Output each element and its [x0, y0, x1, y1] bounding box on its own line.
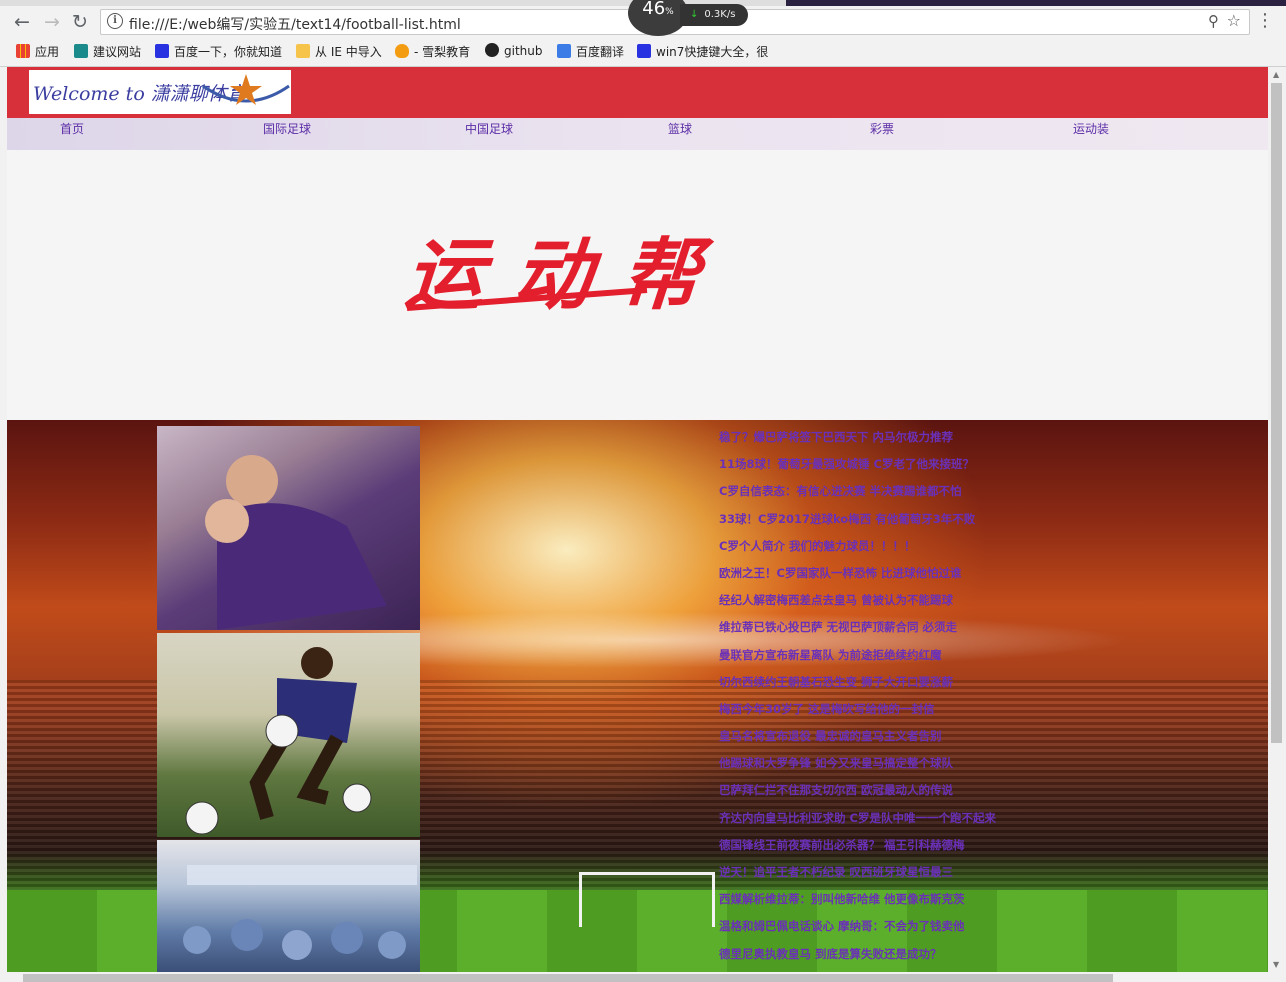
bookmark-label: 百度翻译 — [576, 45, 625, 59]
download-arrow-icon: ↓ — [690, 9, 699, 20]
site-logo[interactable]: Welcome to 潇潇聊体育 — [29, 70, 291, 114]
folder-icon — [296, 44, 310, 58]
news-link[interactable]: 欧洲之王！C罗国家队一样恐怖 比进球他怕过谁 — [719, 562, 1019, 589]
player-illustration-1 — [205, 455, 387, 630]
site-header: Welcome to 潇潇聊体育 — [7, 67, 1268, 118]
news-link[interactable]: 齐达内向皇马比利亚求助 C罗是队中唯一一个跑不起来 — [719, 807, 1019, 834]
vertical-scrollbar[interactable]: ▲ ▼ — [1268, 67, 1286, 972]
bookmark-xueli[interactable]: - 雪梨教育 — [395, 43, 470, 60]
bookmark-baidu[interactable]: 百度一下，你就知道 — [155, 43, 282, 60]
net-speed-pill: ↓ 0.3K/s — [680, 4, 748, 26]
stadium-section: 稳了？爆巴萨将签下巴西天下 内马尔极力推荐 11场8球！葡萄牙最强攻城锤 C罗老了… — [7, 420, 1268, 972]
player-illustration-2 — [185, 647, 372, 835]
news-link[interactable]: 皇马名将宣布退役 最忠诚的皇马主义者告别 — [719, 725, 1019, 752]
news-list: 稳了？爆巴萨将签下巴西天下 内马尔极力推荐 11场8球！葡萄牙最强攻城锤 C罗老了… — [719, 426, 1019, 970]
back-icon[interactable]: ← — [10, 10, 34, 34]
zoom-icon[interactable]: ⚲ — [1208, 12, 1219, 30]
speed-unit: % — [665, 7, 674, 17]
baidu-paw-icon — [155, 44, 169, 58]
github-icon — [485, 43, 499, 57]
news-link[interactable]: 德里尼奥执教皇马 到底是算失败还是成功？ — [719, 943, 1019, 970]
bookmarks-bar: 应用 建议网站 百度一下，你就知道 从 IE 中导入 - 雪梨教育 github… — [0, 40, 1286, 64]
nav-basketball[interactable]: 篮球 — [668, 120, 692, 137]
bookmark-star-icon[interactable]: ☆ — [1227, 11, 1241, 30]
bookmark-suggested-sites[interactable]: 建议网站 — [74, 43, 141, 60]
bookmark-label: - 雪梨教育 — [414, 45, 471, 59]
news-link[interactable]: 巴萨拜仁拦不住那支切尔西 欧冠最动人的传说 — [719, 779, 1019, 806]
fans-illustration — [183, 865, 417, 960]
news-link[interactable]: 曼联官方宣布新星离队 为前途拒绝续约红魔 — [719, 644, 1019, 671]
scroll-down-icon[interactable]: ▼ — [1273, 960, 1279, 969]
horizontal-scrollbar[interactable] — [7, 972, 1268, 982]
bookmark-label: win7快捷键大全，很 — [656, 45, 769, 59]
fans-photo[interactable] — [157, 840, 420, 972]
apps-grid-icon — [16, 44, 30, 58]
address-url[interactable]: file:///E:/web编写/实验五/text14/football-lis… — [129, 14, 461, 34]
news-link[interactable]: 经纪人解密梅西差点去皇马 曾被认为不能踢球 — [719, 589, 1019, 616]
player-photo-celebration[interactable] — [157, 426, 420, 630]
news-link[interactable]: C罗自信表态：有信心进决赛 半决赛踢谁都不怕 — [719, 480, 1019, 507]
browser-menu-icon[interactable]: ⋮ — [1256, 10, 1274, 31]
nav-lottery[interactable]: 彩票 — [870, 120, 894, 137]
news-link[interactable]: 33球！C罗2017进球ko梅西 有他葡萄牙3年不败 — [719, 508, 1019, 535]
news-link[interactable]: 维拉蒂已铁心投巴萨 无视巴萨顶薪合同 必须走 — [719, 616, 1019, 643]
net-speed: 0.3K/s — [704, 9, 736, 20]
site-info-icon[interactable]: i — [107, 13, 123, 29]
bookmark-label: 应用 — [35, 45, 60, 59]
banner-logo: 运动帮 — [398, 230, 751, 320]
goal-frame — [579, 872, 715, 927]
horizontal-scroll-thumb[interactable] — [23, 974, 1113, 982]
bookmark-github[interactable]: github — [485, 43, 542, 58]
baidu-paw-icon — [637, 44, 651, 58]
vertical-scroll-thumb[interactable] — [1271, 83, 1282, 743]
news-link[interactable]: 11场8球！葡萄牙最强攻城锤 C罗老了他来接班？ — [719, 453, 1019, 480]
news-link[interactable]: 西媒解析维拉蒂：别叫他新哈维 他更像布斯克茨 — [719, 888, 1019, 915]
bookmark-win7-shortcuts[interactable]: win7快捷键大全，很 — [637, 43, 768, 60]
bing-icon — [74, 44, 88, 58]
news-link[interactable]: 他踢球和大罗争锋 如今又来皇马搞定整个球队 — [719, 752, 1019, 779]
news-link[interactable]: 切尔西续约王朝基石恐生变 狮子大开口要涨薪 — [719, 671, 1019, 698]
bookmark-ie-import[interactable]: 从 IE 中导入 — [296, 43, 382, 60]
nav-sportswear[interactable]: 运动装 — [1073, 120, 1109, 137]
main-nav: 首页 国际足球 中国足球 篮球 彩票 运动装 — [7, 118, 1268, 150]
bookmark-baidu-translate[interactable]: 百度翻译 — [557, 43, 624, 60]
nav-chinese-football[interactable]: 中国足球 — [465, 120, 513, 137]
bookmark-label: github — [504, 44, 543, 58]
bookmark-label: 从 IE 中导入 — [315, 45, 382, 59]
translate-icon — [557, 44, 571, 58]
news-link[interactable]: 德国锋线王前夜赛前出必杀器？ 福王引科赫德梅 — [719, 834, 1019, 861]
news-link[interactable]: C罗个人简介 我们的魅力球员！！！！ — [719, 535, 1019, 562]
scroll-up-icon[interactable]: ▲ — [1273, 70, 1279, 79]
forward-icon[interactable]: → — [40, 10, 64, 34]
tab-strip-background — [786, 0, 1286, 6]
page-viewport: Welcome to 潇潇聊体育 首页 国际足球 中国足球 篮球 彩票 运动装 … — [7, 67, 1268, 972]
banner: 运动帮 — [7, 150, 1268, 420]
news-link[interactable]: 逆天！追平王者不朽纪录 叹西班牙球星恒最三 — [719, 861, 1019, 888]
bookmark-apps[interactable]: 应用 — [16, 43, 59, 60]
star-emblem-icon — [202, 74, 290, 105]
player-photo-kicking[interactable] — [157, 633, 420, 837]
bookmark-label: 百度一下，你就知道 — [174, 45, 283, 59]
reload-icon[interactable]: ↻ — [68, 10, 92, 34]
news-link[interactable]: 稳了？爆巴萨将签下巴西天下 内马尔极力推荐 — [719, 426, 1019, 453]
news-link[interactable]: 梅西今年30岁了 这是梅吹写给他的一封信 — [719, 698, 1019, 725]
bookmark-label: 建议网站 — [93, 45, 142, 59]
browser-chrome: ← → ↻ i file:///E:/web编写/实验五/text14/foot… — [0, 0, 1286, 67]
news-link[interactable]: 温格和姆巴佩电话谈心 摩纳哥：不会为了钱卖他 — [719, 915, 1019, 942]
nav-home[interactable]: 首页 — [60, 120, 84, 137]
flame-icon — [395, 44, 409, 58]
nav-international-football[interactable]: 国际足球 — [263, 120, 311, 137]
speed-percent: 46 — [642, 0, 666, 19]
